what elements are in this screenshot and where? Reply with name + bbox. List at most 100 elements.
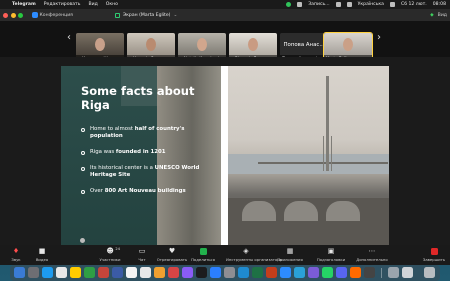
end-call-icon xyxy=(430,248,438,255)
video-button[interactable]: ■ Видео xyxy=(22,247,62,263)
bullet-text: Over xyxy=(90,188,105,194)
discord-icon[interactable] xyxy=(336,267,347,278)
telegram-icon[interactable] xyxy=(294,267,305,278)
photo-tv-tower-base xyxy=(323,136,332,171)
whatsapp-icon[interactable] xyxy=(322,267,333,278)
end-meeting-button[interactable]: Завершить xyxy=(419,248,449,262)
powerpoint-icon[interactable] xyxy=(266,267,277,278)
menubar-date[interactable]: Сб 12 лют. xyxy=(401,2,427,7)
captions-label: Подзаголовки xyxy=(316,257,346,262)
host-tools-icon: ◈ xyxy=(243,247,249,255)
meeting-toolbar: ♦ Звук ■ Видео ☻ 24 Участники ▭ Чат ♥ Отреагир… xyxy=(0,245,450,265)
video-camera-icon: ■ xyxy=(38,247,46,255)
more-label: Дополнительно xyxy=(356,257,388,262)
podcasts-icon[interactable] xyxy=(182,267,193,278)
conference-tab[interactable]: Конференция xyxy=(31,12,73,18)
participants-icon: ☻ xyxy=(106,247,114,255)
app-store-icon[interactable] xyxy=(210,267,221,278)
word-icon[interactable] xyxy=(238,267,249,278)
prev-page-arrow[interactable]: ‹ xyxy=(64,31,74,45)
menu-item-edit[interactable]: Редактировать xyxy=(44,2,81,7)
participants-label: Участники xyxy=(99,257,121,262)
tv-icon[interactable] xyxy=(196,267,207,278)
chrome-icon[interactable] xyxy=(56,267,67,278)
screen-share-title[interactable]: Экран (Marta Eglite) ⌄ xyxy=(114,12,178,18)
app-icon[interactable] xyxy=(364,267,375,278)
notes-icon[interactable] xyxy=(70,267,81,278)
slide-text-panel: Some facts about Riga Home to almost hal… xyxy=(61,66,221,249)
menu-app-name[interactable]: Telegram xyxy=(12,2,36,7)
view-button[interactable]: Вид xyxy=(438,13,447,18)
chevron-down-icon: ⌄ xyxy=(173,12,178,18)
bullet-marker-icon xyxy=(81,189,85,194)
music-icon[interactable] xyxy=(168,267,179,278)
mail-icon[interactable] xyxy=(112,267,123,278)
recording-status[interactable]: Запись... xyxy=(308,2,329,7)
end-label: Завершить xyxy=(422,257,446,262)
photos-icon[interactable] xyxy=(98,267,109,278)
calendar-icon[interactable] xyxy=(126,267,137,278)
slide-bullet: Riga was founded in 1201 xyxy=(81,149,211,156)
participants-count: 24 xyxy=(115,247,120,251)
macos-dock xyxy=(10,265,440,281)
shared-screen-area: Some facts about Riga Home to almost hal… xyxy=(0,57,450,249)
apps-icon: ▦ xyxy=(286,247,294,255)
photo-market-hall xyxy=(242,201,276,221)
documents-folder-icon[interactable] xyxy=(402,267,413,278)
reaction-icon: ♥ xyxy=(168,247,176,255)
messages-icon[interactable] xyxy=(84,267,95,278)
settings-icon[interactable] xyxy=(224,267,235,278)
launchpad-icon[interactable] xyxy=(28,267,39,278)
photo-market-hall xyxy=(284,201,318,221)
more-icon: ⋯ xyxy=(368,247,376,255)
slide-indicator-icon xyxy=(80,238,85,243)
slide-photo-riga-panorama xyxy=(228,66,389,249)
battery-icon[interactable] xyxy=(335,2,341,7)
bullet-marker-icon xyxy=(81,166,85,171)
zoom-icon[interactable] xyxy=(280,267,291,278)
conference-label: Конференция xyxy=(39,12,73,18)
more-button[interactable]: ⋯ Дополнительно xyxy=(352,247,392,263)
app-icon[interactable] xyxy=(350,267,361,278)
photo-market-hall xyxy=(326,201,360,221)
bullet-marker-icon xyxy=(81,127,85,132)
bullet-bold-text: 800 Art Nouveau buildings xyxy=(104,188,186,194)
captions-button[interactable]: ▣ Подзаголовки xyxy=(311,248,351,263)
zoom-logo-icon xyxy=(31,12,38,18)
slide-title: Some facts about Riga xyxy=(81,84,195,112)
bullet-text: Its historical center is a xyxy=(90,165,155,171)
security-shield-icon[interactable]: ◆ xyxy=(430,13,434,18)
bullet-text: Riga was xyxy=(90,149,116,155)
apps-button[interactable]: ▦ Приложения xyxy=(270,247,310,263)
contacts-icon[interactable] xyxy=(140,267,151,278)
bluetooth-icon[interactable] xyxy=(297,2,303,7)
menu-item-window[interactable]: Окно xyxy=(106,2,118,7)
screen-share-icon xyxy=(114,12,120,18)
search-icon[interactable] xyxy=(390,2,395,7)
zoom-meeting-window: Конференция Экран (Marta Eglite) ⌄ ◆ Вид… xyxy=(0,9,450,265)
finder-icon[interactable] xyxy=(14,267,25,278)
participant-face xyxy=(95,38,105,51)
viber-icon[interactable] xyxy=(308,267,319,278)
trash-icon[interactable] xyxy=(424,267,435,278)
host-tools-button[interactable]: ◈ Инструменты организатора xyxy=(226,247,282,263)
close-window-button[interactable] xyxy=(3,12,8,18)
minimize-window-button[interactable] xyxy=(10,12,16,18)
wifi-icon[interactable] xyxy=(346,2,352,7)
menubar-time[interactable]: 08:08 xyxy=(433,2,446,7)
menu-item-view[interactable]: Вид xyxy=(88,2,97,7)
next-page-arrow[interactable]: › xyxy=(374,31,384,45)
bullet-text: Home to almost xyxy=(90,126,135,132)
excel-icon[interactable] xyxy=(252,267,263,278)
presentation-slide: Some facts about Riga Home to almost hal… xyxy=(61,66,389,249)
share-screen-button[interactable]: Поделиться xyxy=(183,248,223,262)
slide-bullet: Home to almost half of country's populat… xyxy=(81,126,211,140)
reminders-icon[interactable] xyxy=(154,267,165,278)
fullscreen-window-button[interactable] xyxy=(18,12,23,18)
input-language[interactable]: Українська xyxy=(358,2,384,7)
safari-icon[interactable] xyxy=(42,267,53,278)
share-title-text: Экран (Marta Eglite) xyxy=(122,12,171,18)
zoom-status-icon[interactable] xyxy=(286,2,292,7)
downloads-folder-icon[interactable] xyxy=(388,267,399,278)
chat-icon: ▭ xyxy=(138,247,146,255)
